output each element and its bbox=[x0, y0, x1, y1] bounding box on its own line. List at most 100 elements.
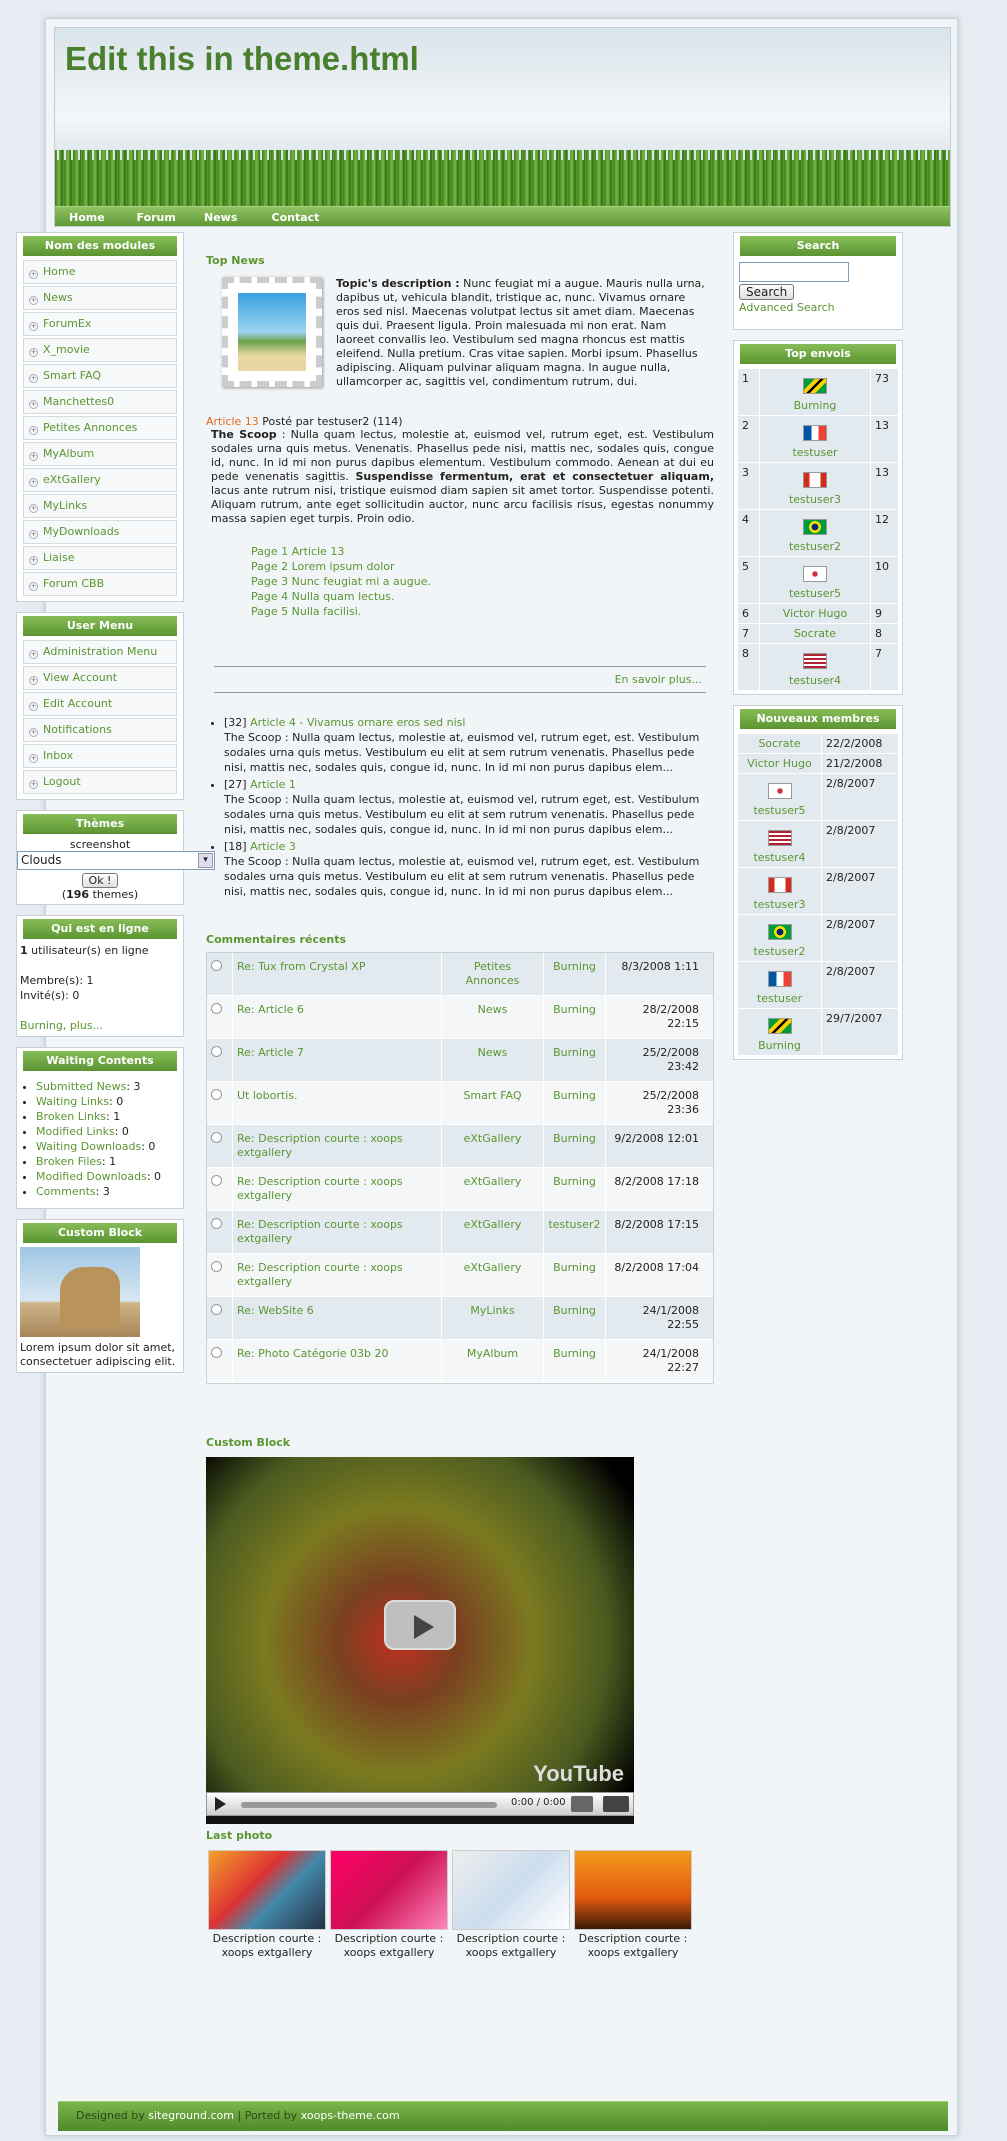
poster-name-link[interactable]: Burning bbox=[764, 399, 866, 412]
waiting-item-link[interactable]: Waiting Downloads bbox=[36, 1140, 141, 1153]
comment-title-link[interactable]: Ut lobortis. bbox=[233, 1082, 442, 1124]
search-button[interactable]: Search bbox=[739, 284, 795, 300]
theme-ok-button[interactable]: Ok ! bbox=[81, 873, 119, 888]
module-link[interactable]: + Liaise bbox=[23, 546, 177, 570]
waiting-item-link[interactable]: Waiting Links bbox=[36, 1095, 109, 1108]
module-link[interactable]: + Forum CBB bbox=[23, 572, 177, 596]
user-menu-link[interactable]: + View Account bbox=[23, 666, 177, 690]
play-button-icon[interactable] bbox=[215, 1797, 226, 1811]
fullscreen-icon[interactable] bbox=[603, 1796, 629, 1812]
article-page-link[interactable]: Page 3 Nunc feugiat mi a augue. bbox=[251, 574, 714, 589]
waiting-item-link[interactable]: Broken Files bbox=[36, 1155, 102, 1168]
poster-name-link[interactable]: testuser bbox=[764, 446, 866, 459]
youtube-video[interactable]: YouTube 0:00 / 0:00 bbox=[206, 1457, 634, 1824]
waiting-item-link[interactable]: Comments bbox=[36, 1185, 96, 1198]
comment-title-link[interactable]: Re: Article 7 bbox=[233, 1039, 442, 1081]
volume-icon[interactable] bbox=[571, 1796, 593, 1812]
comment-title-link[interactable]: Re: Description courte : xoops extgaller… bbox=[233, 1254, 442, 1296]
member-name-link[interactable]: Socrate bbox=[742, 737, 817, 750]
news-item-title[interactable]: Article 1 bbox=[250, 778, 296, 791]
footer-porter-link[interactable]: xoops-theme.com bbox=[301, 2109, 400, 2122]
site-title[interactable]: Edit this in theme.html bbox=[65, 40, 419, 78]
gallery-thumbnail[interactable] bbox=[452, 1850, 570, 1930]
search-input[interactable] bbox=[739, 262, 849, 282]
comment-user-link[interactable]: Burning bbox=[544, 1340, 606, 1382]
comment-title-link[interactable]: Re: Article 6 bbox=[233, 996, 442, 1038]
poster-name-link[interactable]: Victor Hugo bbox=[764, 607, 866, 620]
member-name-link[interactable]: testuser4 bbox=[742, 851, 817, 864]
play-icon[interactable] bbox=[384, 1600, 456, 1650]
module-link[interactable]: + Petites Annonces bbox=[23, 416, 177, 440]
news-item-title[interactable]: Article 3 bbox=[250, 840, 296, 853]
module-link[interactable]: + ForumEx bbox=[23, 312, 177, 336]
theme-select[interactable]: Clouds ▾ bbox=[17, 851, 215, 870]
nav-forum[interactable]: Forum bbox=[137, 207, 187, 224]
module-link[interactable]: + Smart FAQ bbox=[23, 364, 177, 388]
gallery-thumbnail[interactable] bbox=[330, 1850, 448, 1930]
poster-name-link[interactable]: testuser5 bbox=[764, 587, 866, 600]
waiting-item-link[interactable]: Broken Links bbox=[36, 1110, 106, 1123]
module-link[interactable]: + Manchettes0 bbox=[23, 390, 177, 414]
comment-user-link[interactable]: Burning bbox=[544, 1082, 606, 1124]
article-page-link[interactable]: Page 1 Article 13 bbox=[251, 544, 714, 559]
nav-contact[interactable]: Contact bbox=[272, 207, 322, 224]
article-page-link[interactable]: Page 2 Lorem ipsum dolor bbox=[251, 559, 714, 574]
comment-user-link[interactable]: Burning bbox=[544, 1125, 606, 1167]
gallery-photo[interactable]: Description courte : xoops extgallery bbox=[574, 1850, 692, 1960]
user-menu-link[interactable]: + Administration Menu bbox=[23, 640, 177, 664]
comment-module-link[interactable]: MyAlbum bbox=[442, 1340, 544, 1382]
gallery-thumbnail[interactable] bbox=[574, 1850, 692, 1930]
comment-title-link[interactable]: Re: WebSite 6 bbox=[233, 1297, 442, 1339]
gallery-photo[interactable]: Description courte : xoops extgallery bbox=[452, 1850, 570, 1960]
module-link[interactable]: + MyLinks bbox=[23, 494, 177, 518]
gallery-photo[interactable]: Description courte : xoops extgallery bbox=[330, 1850, 448, 1960]
read-more-link[interactable]: En savoir plus... bbox=[206, 673, 702, 686]
user-menu-link[interactable]: + Logout bbox=[23, 770, 177, 794]
module-link[interactable]: + X_movie bbox=[23, 338, 177, 362]
comment-title-link[interactable]: Re: Description courte : xoops extgaller… bbox=[233, 1125, 442, 1167]
comment-module-link[interactable]: News bbox=[442, 1039, 544, 1081]
comment-user-link[interactable]: Burning bbox=[544, 953, 606, 995]
online-names-link[interactable]: Burning, plus... bbox=[20, 1019, 103, 1032]
comment-user-link[interactable]: Burning bbox=[544, 996, 606, 1038]
comment-title-link[interactable]: Re: Photo Catégorie 03b 20 bbox=[233, 1340, 442, 1382]
comment-title-link[interactable]: Re: Description courte : xoops extgaller… bbox=[233, 1168, 442, 1210]
gallery-thumbnail[interactable] bbox=[208, 1850, 326, 1930]
article-page-link[interactable]: Page 5 Nulla facilisi. bbox=[251, 604, 714, 619]
user-menu-link[interactable]: + Notifications bbox=[23, 718, 177, 742]
comment-module-link[interactable]: eXtGallery bbox=[442, 1125, 544, 1167]
waiting-item-link[interactable]: Submitted News bbox=[36, 1080, 126, 1093]
waiting-item-link[interactable]: Modified Links bbox=[36, 1125, 115, 1138]
poster-name-link[interactable]: testuser2 bbox=[764, 540, 866, 553]
comment-title-link[interactable]: Re: Description courte : xoops extgaller… bbox=[233, 1211, 442, 1253]
video-progress-slider[interactable] bbox=[241, 1802, 497, 1808]
comment-user-link[interactable]: Burning bbox=[544, 1168, 606, 1210]
nav-home[interactable]: Home bbox=[69, 207, 119, 224]
poster-name-link[interactable]: testuser4 bbox=[764, 674, 866, 687]
member-name-link[interactable]: Burning bbox=[742, 1039, 817, 1052]
comment-module-link[interactable]: Petites Annonces bbox=[442, 953, 544, 995]
module-link[interactable]: + MyAlbum bbox=[23, 442, 177, 466]
comment-user-link[interactable]: testuser2 bbox=[544, 1211, 606, 1253]
footer-designer-link[interactable]: siteground.com bbox=[148, 2109, 234, 2122]
comment-module-link[interactable]: News bbox=[442, 996, 544, 1038]
comment-module-link[interactable]: eXtGallery bbox=[442, 1211, 544, 1253]
comment-title-link[interactable]: Re: Tux from Crystal XP bbox=[233, 953, 442, 995]
member-name-link[interactable]: testuser5 bbox=[742, 804, 817, 817]
comment-module-link[interactable]: eXtGallery bbox=[442, 1254, 544, 1296]
module-link[interactable]: + eXtGallery bbox=[23, 468, 177, 492]
user-menu-link[interactable]: + Inbox bbox=[23, 744, 177, 768]
member-name-link[interactable]: testuser bbox=[742, 992, 817, 1005]
comment-user-link[interactable]: Burning bbox=[544, 1297, 606, 1339]
poster-name-link[interactable]: testuser3 bbox=[764, 493, 866, 506]
nav-news[interactable]: News bbox=[204, 207, 254, 224]
poster-name-link[interactable]: Socrate bbox=[764, 627, 866, 640]
comment-module-link[interactable]: eXtGallery bbox=[442, 1168, 544, 1210]
member-name-link[interactable]: Victor Hugo bbox=[742, 757, 817, 770]
module-link[interactable]: + News bbox=[23, 286, 177, 310]
module-link[interactable]: + MyDownloads bbox=[23, 520, 177, 544]
module-link[interactable]: + Home bbox=[23, 260, 177, 284]
member-name-link[interactable]: testuser3 bbox=[742, 898, 817, 911]
user-menu-link[interactable]: + Edit Account bbox=[23, 692, 177, 716]
gallery-photo[interactable]: Description courte : xoops extgallery bbox=[208, 1850, 326, 1960]
